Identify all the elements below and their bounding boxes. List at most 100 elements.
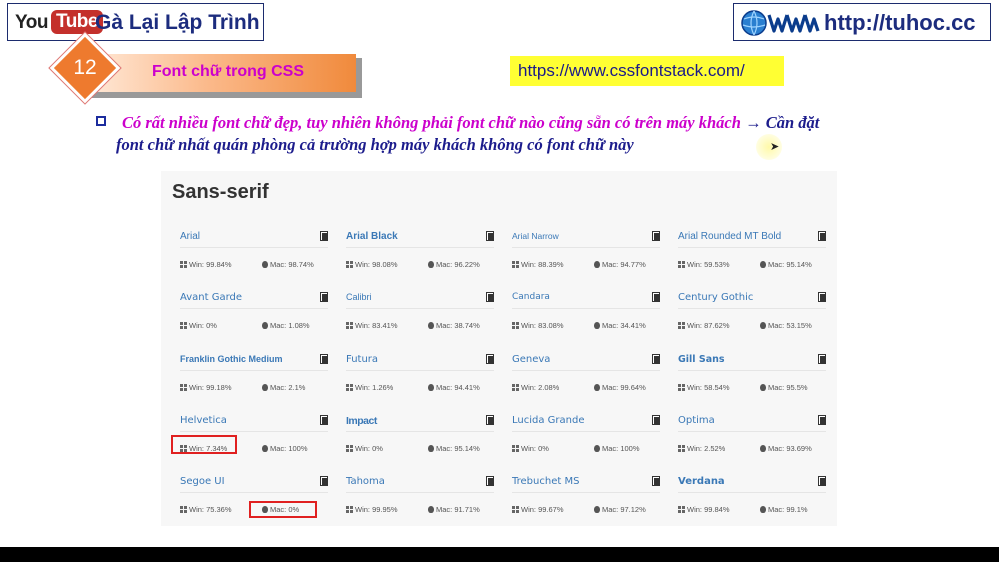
mac-support-stat: Mac: 99.64% — [594, 383, 646, 392]
font-card: Century Gothic Win: 87.62% Mac: 53.15% — [670, 280, 826, 336]
font-card: Arial Black Win: 98.08% Mac: 96.22% — [338, 219, 494, 275]
windows-support-stat: Win: 2.08% — [512, 383, 559, 392]
copy-icon[interactable] — [320, 476, 328, 487]
highlight-box-segoe-mac — [249, 501, 317, 518]
copy-icon[interactable] — [320, 353, 328, 364]
site-url[interactable]: http://tuhoc.cc — [824, 10, 976, 36]
apple-icon — [262, 322, 268, 330]
font-name-link[interactable]: Helvetica — [180, 415, 227, 426]
windows-percent: Win: 83.41% — [355, 321, 398, 331]
windows-percent: Win: 99.95% — [355, 505, 398, 515]
mac-support-stat: Mac: 95.14% — [428, 444, 480, 453]
copy-icon[interactable] — [486, 231, 494, 241]
windows-support-stat: Win: 0% — [180, 321, 217, 330]
mac-support-stat: Mac: 99.1% — [760, 505, 808, 514]
windows-percent: Win: 1.26% — [355, 382, 394, 392]
windows-support-stat: Win: 58.54% — [678, 383, 730, 392]
card-divider — [678, 308, 826, 310]
card-divider — [180, 247, 328, 248]
font-name-link[interactable]: Lucida Grande — [512, 415, 585, 426]
font-name-link[interactable]: Segoe UI — [180, 476, 225, 487]
copy-icon[interactable] — [486, 476, 494, 487]
copy-icon[interactable] — [320, 414, 328, 425]
font-card: Arial Rounded MT Bold Win: 59.53% Mac: 95.… — [670, 219, 826, 275]
youtube-logo-you: You — [15, 12, 48, 33]
font-name-link[interactable]: Arial Rounded MT Bold — [678, 231, 781, 242]
lesson-number: 12 — [73, 56, 97, 79]
card-divider — [346, 247, 494, 248]
copy-icon[interactable] — [652, 476, 660, 487]
mac-percent: Mac: 1.08% — [270, 321, 310, 331]
apple-icon — [428, 322, 434, 330]
reference-link[interactable]: https://www.cssfontstack.com/ — [518, 61, 745, 81]
font-card: Optima Win: 2.52% Mac: 93.69% — [670, 403, 826, 459]
font-card: Gill Sans Win: 58.54% Mac: 95.5% — [670, 342, 826, 398]
copy-icon[interactable] — [818, 231, 826, 241]
copy-icon[interactable] — [818, 292, 826, 303]
font-name-link[interactable]: Avant Garde — [180, 292, 242, 303]
font-card: Avant Garde Win: 0% Mac: 1.08% — [172, 280, 328, 336]
font-name-link[interactable]: Geneva — [512, 354, 550, 365]
font-name-link[interactable]: Tahoma — [346, 476, 385, 487]
windows-support-stat: Win: 0% — [512, 444, 549, 453]
site-header: http://tuhoc.cc — [733, 3, 991, 41]
card-divider — [346, 492, 494, 494]
copy-icon[interactable] — [486, 353, 494, 364]
font-name-link[interactable]: Arial Black — [346, 231, 398, 242]
mac-support-stat: Mac: 100% — [262, 444, 308, 453]
mac-support-stat: Mac: 93.69% — [760, 444, 812, 453]
font-name-link[interactable]: Calibri — [346, 292, 372, 302]
windows-icon — [346, 322, 353, 330]
windows-icon — [678, 506, 685, 514]
font-name-link[interactable]: Century Gothic — [678, 292, 753, 303]
windows-support-stat: Win: 99.18% — [180, 383, 232, 392]
windows-percent: Win: 99.67% — [521, 505, 564, 515]
reference-link-box[interactable]: https://www.cssfontstack.com/ — [510, 56, 784, 86]
mac-support-stat: Mac: 95.14% — [760, 260, 812, 269]
copy-icon[interactable] — [320, 231, 328, 241]
mac-percent: Mac: 53.15% — [768, 321, 812, 331]
copy-icon[interactable] — [486, 292, 494, 303]
font-name-link[interactable]: Futura — [346, 354, 378, 365]
font-card: Lucida Grande Win: 0% Mac: 100% — [504, 403, 660, 459]
font-name-link[interactable]: Optima — [678, 415, 715, 426]
font-name-link[interactable]: Impact — [346, 415, 377, 427]
windows-support-stat: Win: 98.08% — [346, 260, 398, 269]
copy-icon[interactable] — [818, 414, 826, 425]
font-name-link[interactable]: Franklin Gothic Medium — [180, 354, 283, 364]
card-divider — [180, 308, 328, 310]
description-text-blue: Cần đặt — [761, 113, 820, 132]
font-name-link[interactable]: Arial — [180, 231, 200, 242]
copy-icon[interactable] — [652, 231, 660, 241]
copy-icon[interactable] — [652, 292, 660, 303]
copy-icon[interactable] — [320, 292, 328, 303]
apple-icon — [760, 261, 766, 268]
apple-icon — [428, 444, 434, 452]
windows-percent: Win: 0% — [355, 443, 383, 453]
windows-support-stat: Win: 87.62% — [678, 321, 730, 330]
font-name-link[interactable]: Gill Sans — [678, 354, 725, 365]
font-name-link[interactable]: Trebuchet MS — [512, 476, 579, 487]
windows-support-stat: Win: 99.67% — [512, 505, 564, 514]
mac-support-stat: Mac: 98.74% — [262, 260, 314, 269]
windows-percent: Win: 0% — [521, 443, 549, 453]
font-card: Tahoma Win: 99.95% Mac: 91.71% — [338, 464, 494, 520]
copy-icon[interactable] — [818, 353, 826, 364]
windows-percent: Win: 98.08% — [355, 260, 398, 269]
copy-icon[interactable] — [652, 414, 660, 425]
windows-percent: Win: 59.53% — [687, 260, 730, 269]
windows-icon — [180, 383, 187, 391]
font-name-link[interactable]: Arial Narrow — [512, 231, 559, 241]
copy-icon[interactable] — [818, 476, 826, 487]
mac-percent: Mac: 34.41% — [602, 321, 646, 331]
bottom-letterbox — [0, 547, 999, 562]
windows-percent: Win: 0% — [189, 321, 217, 331]
card-divider — [346, 369, 494, 371]
font-name-link[interactable]: Candara — [512, 292, 550, 302]
font-name-link[interactable]: Verdana — [678, 476, 725, 487]
windows-percent: Win: 2.08% — [521, 382, 560, 392]
copy-icon[interactable] — [652, 353, 660, 364]
copy-icon[interactable] — [486, 414, 494, 425]
mouse-cursor-icon: ➤ — [770, 141, 780, 153]
mac-percent: Mac: 99.64% — [602, 382, 646, 392]
